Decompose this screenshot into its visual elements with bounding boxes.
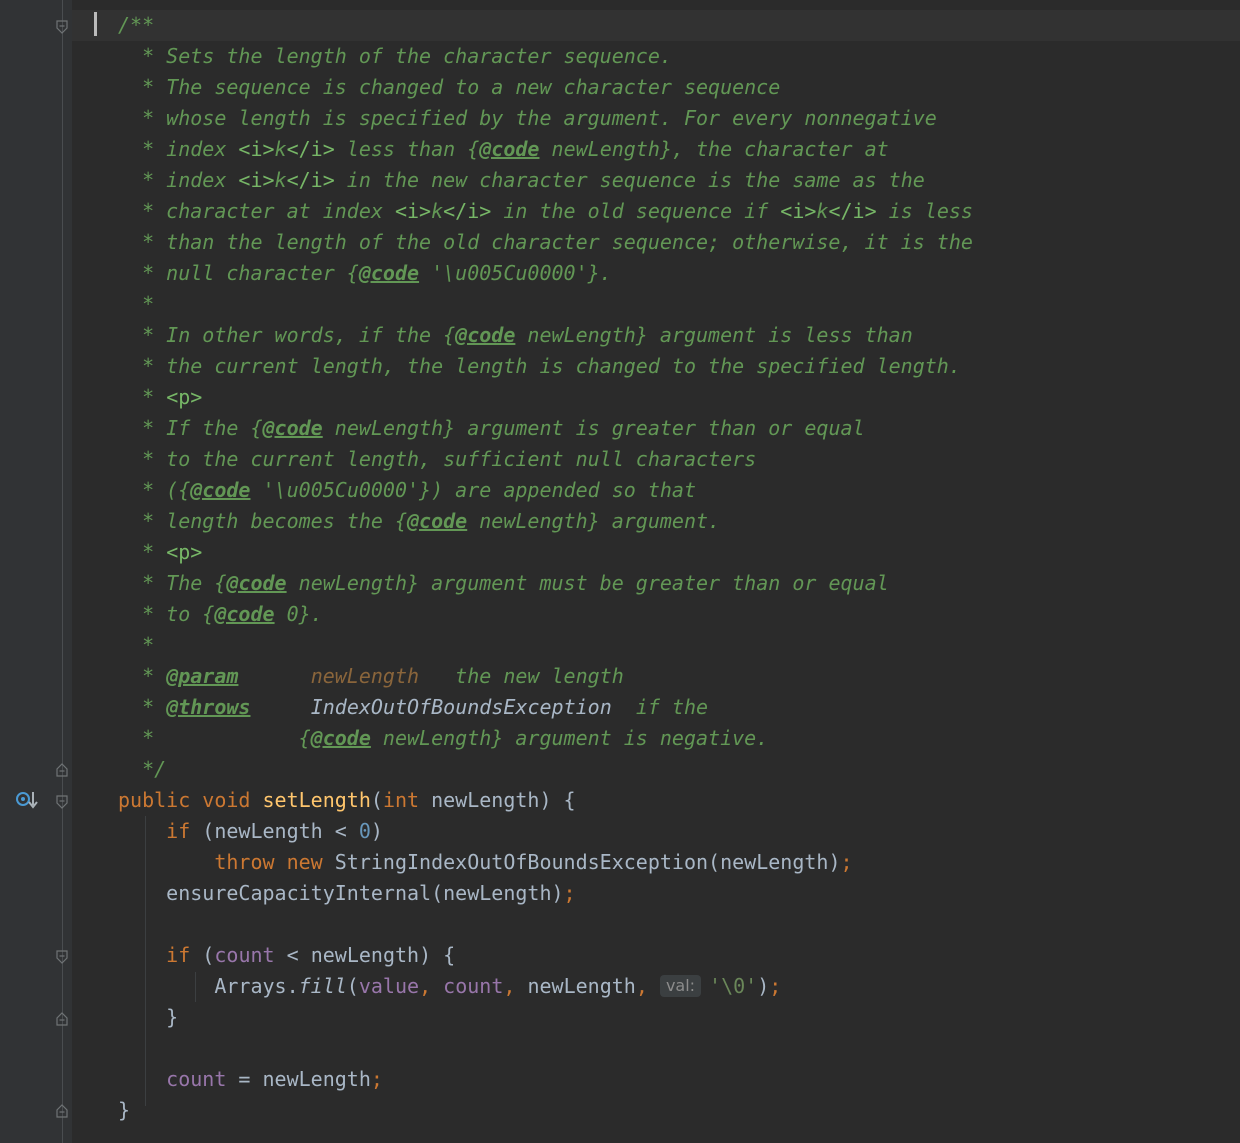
fold-marker-icon[interactable]	[56, 763, 68, 777]
code-tag: @code	[407, 509, 468, 533]
doc-line: * <p>	[142, 385, 203, 409]
code-line: }	[118, 1098, 131, 1122]
doc-line: * ({@code '\u005Cu0000'}) are appended s…	[142, 478, 697, 502]
method-name: setLength	[262, 788, 371, 812]
fold-marker-icon[interactable]	[56, 20, 68, 34]
code-tag: @code	[455, 323, 516, 347]
doc-line: *	[142, 633, 155, 657]
code-tag: @code	[310, 726, 371, 750]
gutter-divider	[62, 0, 63, 1143]
doc-line: * index <i>k</i> in the new character se…	[142, 168, 925, 192]
fold-marker-icon[interactable]	[56, 1012, 68, 1026]
throws-tag: @throws	[166, 695, 251, 719]
code-line: Arrays.fill(value, count, newLength, val…	[214, 974, 782, 998]
code-line: count = newLength;	[166, 1067, 383, 1091]
method-signature: public void setLength(int newLength) {	[118, 788, 576, 812]
fold-marker-icon[interactable]	[56, 1104, 68, 1118]
code-tag: @code	[479, 137, 540, 161]
doc-comment-open: /**	[118, 13, 155, 37]
doc-line: * character at index <i>k</i> in the old…	[142, 199, 973, 223]
doc-line: * than the length of the old character s…	[142, 230, 973, 254]
override-method-icon[interactable]	[15, 790, 39, 810]
doc-param-line: * @param newLength the new length	[142, 664, 624, 688]
doc-line: * {@code newLength} argument is negative…	[142, 726, 769, 750]
doc-line: * whose length is specified by the argum…	[142, 106, 937, 130]
doc-line: * to {@code 0}.	[142, 602, 323, 626]
code-tag: @code	[190, 478, 251, 502]
code-tag: @code	[262, 416, 323, 440]
code-tag: @code	[226, 571, 287, 595]
text-caret	[94, 12, 97, 36]
doc-throws-line: * @throws IndexOutOfBoundsException if t…	[142, 695, 709, 719]
doc-line: *	[142, 292, 155, 316]
code-tag: @code	[358, 261, 420, 285]
code-line: }	[166, 1005, 179, 1029]
doc-line: * In other words, if the {@code newLengt…	[142, 323, 913, 347]
code-area[interactable]: /** * Sets the length of the character s…	[118, 10, 1228, 1126]
doc-line: * <p>	[142, 540, 203, 564]
param-tag: @param	[166, 664, 239, 688]
doc-line: * the current length, the length is chan…	[142, 354, 961, 378]
code-line: if (newLength < 0)	[166, 819, 383, 843]
doc-line: * The {@code newLength} argument must be…	[142, 571, 889, 595]
doc-line: * length becomes the {@code newLength} a…	[142, 509, 721, 533]
code-line: ensureCapacityInternal(newLength);	[166, 881, 576, 905]
doc-comment-close: */	[142, 757, 167, 781]
code-line: throw new StringIndexOutOfBoundsExceptio…	[214, 850, 853, 874]
doc-line: * If the {@code newLength} argument is g…	[142, 416, 865, 440]
doc-line: * null character {@code '\u005Cu0000'}.	[142, 261, 612, 285]
parameter-hint: val:	[659, 975, 702, 997]
doc-line: * Sets the length of the character seque…	[142, 44, 672, 68]
doc-line: * The sequence is changed to a new chara…	[142, 75, 781, 99]
code-editor[interactable]: /** * Sets the length of the character s…	[0, 0, 1240, 1143]
editor-gutter[interactable]	[0, 0, 72, 1143]
doc-line: * to the current length, sufficient null…	[142, 447, 757, 471]
code-tag: @code	[214, 602, 275, 626]
fold-marker-icon[interactable]	[56, 795, 68, 809]
doc-line: * index <i>k</i> less than {@code newLen…	[142, 137, 889, 161]
code-line: if (count < newLength) {	[166, 943, 456, 967]
fold-marker-icon[interactable]	[56, 950, 68, 964]
